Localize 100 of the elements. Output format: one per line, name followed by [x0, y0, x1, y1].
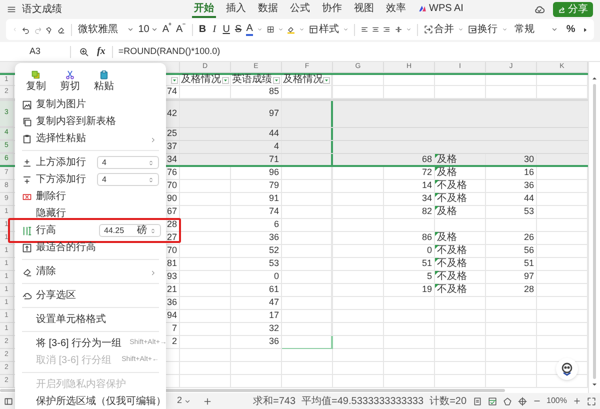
format-painter-icon[interactable] — [45, 24, 54, 34]
caret-icon[interactable] — [151, 26, 158, 33]
strikethrough-button[interactable]: S — [234, 22, 242, 37]
error-flag-icon — [435, 284, 439, 288]
zoom-in-icon[interactable] — [573, 397, 581, 405]
percent-button[interactable]: % — [566, 22, 576, 37]
caret-icon[interactable] — [127, 26, 134, 33]
table-cell — [384, 310, 435, 323]
menu-item[interactable]: 保护所选区域（仅我可编辑） — [19, 393, 162, 409]
fullscreen-icon[interactable] — [587, 396, 596, 406]
merge-button[interactable]: 合并 — [424, 22, 454, 37]
check-sheet-icon[interactable] — [488, 396, 497, 406]
error-flag-icon — [435, 271, 439, 275]
underline-button[interactable]: U — [222, 22, 230, 37]
cell-reference[interactable]: A3 — [29, 44, 40, 58]
sheet-selector[interactable]: 2 — [177, 394, 192, 408]
number-format-dropdown[interactable]: 常规 — [514, 22, 558, 37]
grow-font-button[interactable]: A — [162, 22, 172, 37]
table-cell: 61 — [231, 284, 282, 297]
font-color-button[interactable]: A — [246, 24, 253, 36]
table-cell — [435, 323, 486, 336]
filter-button[interactable] — [171, 76, 178, 84]
cell-style-button[interactable]: 样式 — [308, 22, 339, 37]
add-sheet-icon[interactable] — [203, 396, 212, 406]
count-readout: 计数=20 — [430, 394, 467, 408]
table-cell — [282, 271, 333, 284]
align-left-icon[interactable] — [361, 25, 368, 34]
caret-icon[interactable] — [551, 26, 558, 33]
spinner-arrows-icon[interactable] — [148, 158, 154, 166]
table-cell: 86 — [384, 232, 435, 245]
filter-button[interactable] — [222, 76, 229, 84]
table-cell — [435, 375, 486, 388]
cloud-check-icon[interactable] — [534, 4, 545, 15]
ribbon-tab[interactable]: 视图 — [352, 1, 376, 18]
eraser-icon[interactable] — [57, 24, 66, 34]
reading-mode-icon[interactable] — [472, 396, 482, 406]
fill-color-icon[interactable] — [287, 24, 296, 34]
wrap-text-button[interactable]: 换行 — [468, 22, 498, 37]
scroll-up-icon[interactable] — [592, 76, 597, 81]
table-cell — [486, 310, 537, 323]
filter-button[interactable] — [323, 76, 330, 84]
copy-icon — [31, 70, 41, 80]
caret-icon[interactable] — [406, 26, 412, 33]
caret-icon[interactable] — [502, 26, 508, 33]
more-icon[interactable] — [583, 26, 588, 32]
menu-item[interactable]: 复制内容到新表格 — [19, 113, 162, 130]
number-field[interactable]: 44.25 磅 — [99, 224, 161, 237]
number-field[interactable]: 4 — [97, 173, 159, 186]
ribbon-tab[interactable]: 公式 — [288, 1, 312, 18]
menu-icon[interactable] — [7, 5, 16, 14]
table-cell: 5 — [384, 271, 435, 284]
caret-icon[interactable] — [299, 26, 305, 33]
filter-button[interactable] — [273, 76, 280, 84]
spinner-arrows-icon[interactable] — [150, 226, 156, 234]
cell-text: 及格 — [437, 233, 457, 243]
cell-text: 不及格 — [437, 181, 467, 191]
italic-button[interactable]: I — [210, 22, 218, 37]
ribbon-tab[interactable]: 数据 — [256, 1, 280, 18]
error-flag-icon — [435, 258, 439, 262]
table-cell — [333, 284, 384, 297]
ribbon-tab[interactable]: 协作 — [320, 1, 344, 18]
scroll-down-icon[interactable] — [592, 382, 597, 387]
font-size-dropdown[interactable]: 10 — [138, 22, 158, 37]
cell-text: 不及格 — [437, 246, 467, 256]
table-cell: 91 — [231, 193, 282, 206]
cell-text: 及格 — [437, 207, 457, 217]
table-cell — [333, 219, 384, 232]
ribbon-tab[interactable]: WPS AI — [416, 1, 466, 18]
shrink-font-button[interactable]: A — [176, 22, 186, 37]
vertical-align-icon[interactable] — [394, 25, 402, 34]
share-button[interactable]: 分享 — [553, 2, 593, 17]
table-cell: 51 — [384, 258, 435, 271]
vertical-scrollbar-thumb[interactable] — [593, 84, 596, 379]
minus-icon — [182, 22, 186, 26]
ribbon-tab[interactable]: 插入 — [224, 1, 248, 18]
table-cell — [180, 219, 231, 232]
spinner-arrows-icon[interactable] — [148, 176, 154, 184]
function-button[interactable]: fx — [97, 44, 106, 59]
caret-icon[interactable] — [458, 26, 464, 33]
ribbon-tab[interactable]: 效率 — [384, 1, 408, 18]
caret-icon[interactable] — [342, 26, 348, 33]
document-title: 语文成绩 — [22, 2, 63, 17]
sheet-list-icon[interactable] — [4, 396, 13, 406]
caret-icon[interactable] — [184, 398, 192, 404]
table-cell — [384, 349, 435, 362]
align-center-icon[interactable] — [372, 25, 380, 34]
caret-icon[interactable] — [256, 26, 263, 33]
table-cell: 6 — [231, 219, 282, 232]
zoom-search-icon[interactable] — [79, 46, 89, 56]
bold-button[interactable]: B — [198, 22, 206, 37]
align-right-icon[interactable] — [383, 25, 391, 34]
table-cell — [180, 180, 231, 193]
font-dropdown[interactable]: 微软雅黑 — [78, 22, 134, 37]
caret-icon[interactable] — [278, 26, 284, 33]
freeze-panes-icon[interactable] — [518, 396, 527, 406]
table-cell: 28 — [486, 284, 537, 297]
borders-icon[interactable] — [266, 25, 274, 34]
number-field[interactable]: 4 — [97, 156, 159, 169]
table-cell — [486, 375, 537, 388]
shape-icon[interactable] — [502, 396, 512, 406]
